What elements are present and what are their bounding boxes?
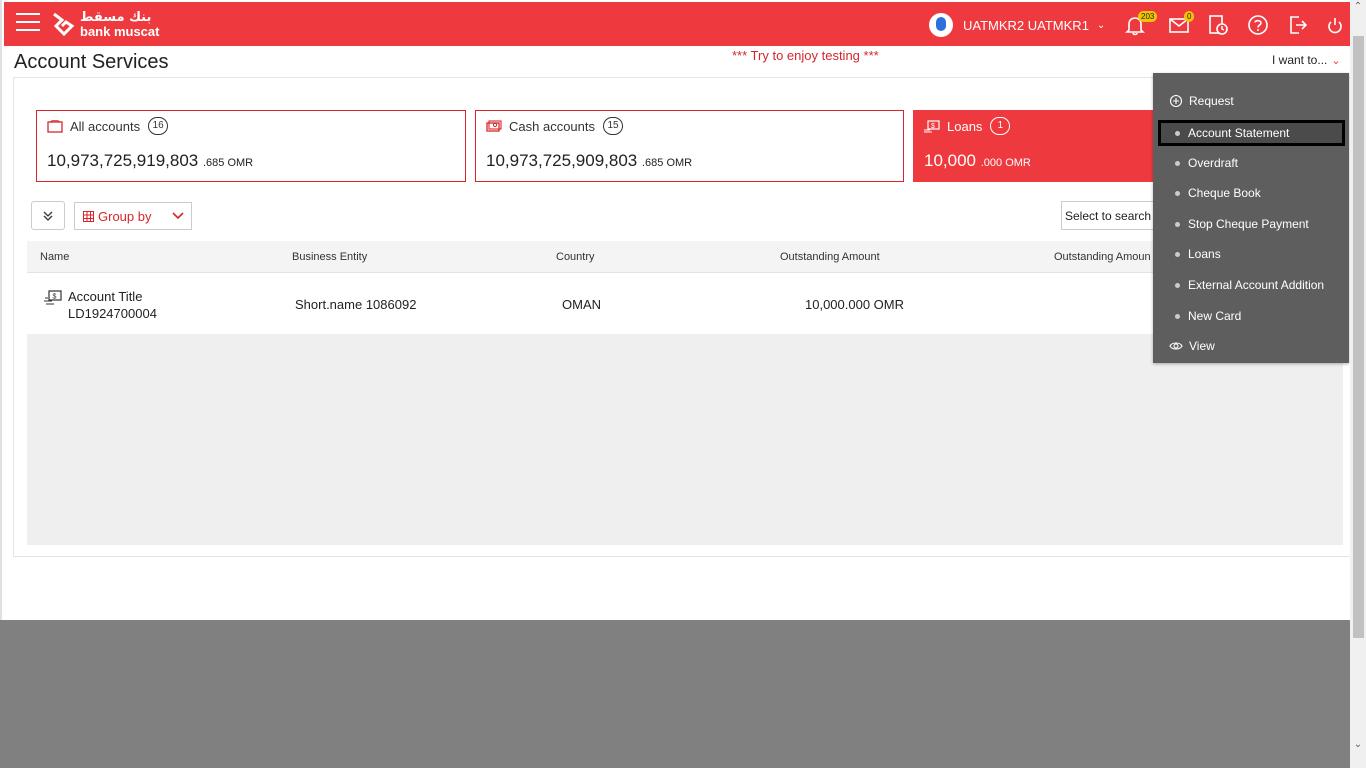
testing-banner: *** Try to enjoy testing ***	[732, 48, 879, 63]
svg-text:$: $	[931, 123, 935, 130]
top-bar: بنك مسقط bank muscat UATMKR2 UATMKR1 ⌄ 2…	[4, 2, 1352, 46]
menu-section-label: Request	[1189, 94, 1234, 108]
card-count-badge: 1	[990, 117, 1011, 135]
menu-item-label: Account Statement	[1188, 126, 1290, 140]
scrollbar-thumb[interactable]	[1353, 36, 1364, 638]
card-amount-decimal: .685 OMR	[203, 157, 254, 169]
summary-card-cash-accounts[interactable]: Cash accounts 15 10,973,725,909,803 .685…	[475, 110, 904, 182]
menu-section-label: View	[1189, 339, 1215, 353]
column-header-name[interactable]: Name	[40, 251, 69, 263]
chevron-down-icon: ⌄	[1331, 55, 1341, 67]
menu-item-cheque-book[interactable]: Cheque Book	[1158, 180, 1345, 206]
card-count-badge: 16	[148, 117, 169, 135]
card-label: Loans	[947, 118, 983, 134]
chevron-down-icon: ⌄	[1096, 19, 1106, 31]
menu-item-stop-cheque-payment[interactable]: Stop Cheque Payment	[1158, 211, 1345, 237]
group-by-dropdown[interactable]: Group by	[74, 202, 192, 230]
business-entity-value: Short.name 1086092	[295, 297, 417, 312]
i-want-to-dropdown[interactable]: I want to... ⌄	[1272, 53, 1341, 67]
logo-arabic-text: بنك مسقط	[80, 10, 152, 25]
grid-icon	[83, 210, 94, 222]
double-chevron-down-icon	[43, 211, 53, 221]
card-label: All accounts	[70, 118, 141, 134]
card-amount: 10,000	[924, 151, 976, 170]
menu-item-overdraft[interactable]: Overdraft	[1158, 150, 1345, 176]
bank-logo[interactable]: بنك مسقط bank muscat	[50, 10, 160, 39]
table-empty-area	[27, 334, 1343, 545]
card-count-badge: 15	[603, 117, 623, 135]
table-row[interactable]: $ Account Title LD1924700004 Short.name …	[27, 274, 1343, 334]
summary-card-loans[interactable]: $ Loans 1 10,000 .000 OMR	[913, 110, 1155, 182]
menu-section-request[interactable]: Request	[1169, 94, 1234, 108]
column-header-outstanding-amount-2[interactable]: Outstanding Amoun	[1054, 251, 1151, 263]
card-amount-decimal: .000 OMR	[980, 157, 1031, 169]
wallet-icon	[47, 119, 63, 133]
mail-icon[interactable]: 0	[1168, 11, 1195, 36]
transactions-clock-icon[interactable]	[1207, 14, 1229, 36]
plus-circle-icon	[1169, 94, 1183, 108]
menu-item-new-card[interactable]: New Card	[1158, 303, 1345, 329]
card-label: Cash accounts	[509, 118, 595, 134]
menu-item-label: Cheque Book	[1188, 186, 1261, 200]
menu-item-label: Overdraft	[1188, 156, 1239, 170]
country-value: OMAN	[562, 297, 601, 312]
svg-text:$: $	[53, 294, 57, 301]
menu-item-label: External Account Addition	[1188, 278, 1325, 292]
group-by-label: Group by	[98, 208, 152, 224]
column-header-business-entity[interactable]: Business Entity	[292, 251, 367, 263]
column-header-outstanding-amount[interactable]: Outstanding Amount	[780, 251, 880, 263]
menu-item-label: Stop Cheque Payment	[1188, 217, 1309, 231]
app-page: بنك مسقط bank muscat UATMKR2 UATMKR1 ⌄ 2…	[0, 0, 1352, 620]
message-badge: 0	[1184, 11, 1195, 22]
expand-all-button[interactable]	[31, 201, 65, 230]
account-title[interactable]: Account Title	[68, 289, 142, 304]
eye-icon	[1169, 342, 1183, 350]
bell-icon[interactable]: 203	[1124, 11, 1158, 36]
avatar	[929, 13, 953, 37]
i-want-to-menu: Request Account Statement Overdraft Cheq…	[1153, 73, 1349, 363]
user-name: UATMKR2 UATMKR1	[963, 17, 1089, 33]
menu-item-label: New Card	[1188, 309, 1242, 323]
menu-item-external-account-addition[interactable]: External Account Addition	[1158, 272, 1345, 298]
scroll-up-arrow-icon[interactable]: ⌃	[1353, 2, 1363, 12]
column-header-country[interactable]: Country	[556, 251, 595, 263]
card-amount-decimal: .685 OMR	[642, 157, 693, 169]
outstanding-amount-value: 10,000.000 OMR	[805, 297, 905, 312]
notification-badge: 203	[1138, 11, 1158, 22]
cash-icon	[486, 119, 502, 132]
menu-section-view[interactable]: View	[1169, 339, 1215, 353]
user-menu[interactable]: UATMKR2 UATMKR1 ⌄	[929, 13, 1105, 37]
menu-item-loans[interactable]: Loans	[1158, 241, 1345, 267]
logo-mark-icon	[53, 12, 75, 36]
menu-item-account-statement[interactable]: Account Statement	[1158, 120, 1345, 146]
summary-card-all-accounts[interactable]: All accounts 16 10,973,725,919,803 .685 …	[36, 110, 466, 182]
table-header: Name Business Entity Country Outstanding…	[27, 241, 1343, 273]
vertical-scrollbar[interactable]: ⌃ ⌄	[1350, 0, 1366, 768]
loan-icon: $	[924, 119, 940, 132]
help-icon[interactable]	[1247, 14, 1269, 36]
logout-icon[interactable]	[1287, 14, 1309, 36]
card-amount: 10,973,725,919,803	[47, 151, 199, 170]
card-amount: 10,973,725,909,803	[486, 151, 638, 170]
loan-icon: $	[44, 290, 62, 305]
account-number: LD1924700004	[68, 306, 157, 321]
power-icon[interactable]	[1324, 14, 1346, 36]
page-title: Account Services	[14, 51, 169, 73]
scroll-down-arrow-icon[interactable]: ⌄	[1353, 740, 1363, 750]
search-input[interactable]: Select to search	[1061, 201, 1161, 230]
menu-item-label: Loans	[1188, 247, 1221, 261]
logo-english-text: bank muscat	[80, 24, 160, 39]
chevron-down-icon	[172, 212, 184, 220]
hamburger-menu-icon[interactable]	[16, 13, 40, 33]
i-want-to-label: I want to...	[1272, 53, 1328, 67]
